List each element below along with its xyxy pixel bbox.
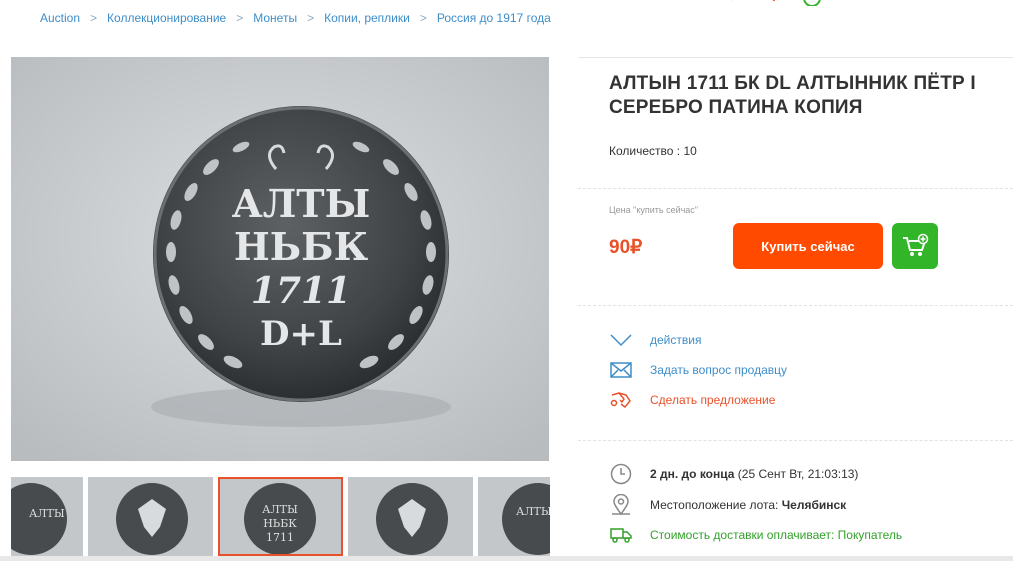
price-label: Цена "купить сейчас" bbox=[609, 205, 699, 215]
thumb-coin-text: 1711 bbox=[266, 531, 294, 544]
breadcrumb-coins[interactable]: Монеты bbox=[253, 11, 297, 25]
thumb-coin-text: АЛТЫ bbox=[29, 507, 65, 520]
time-left-row: 2 дн. до конца (25 Сент Вт, 21:03:13) bbox=[610, 463, 858, 485]
thumb-coin-text: АЛТЫ bbox=[262, 503, 298, 516]
coin-text-line3: 1711 bbox=[251, 270, 351, 312]
ask-seller-label: Задать вопрос продавцу bbox=[650, 363, 788, 377]
delivery-row: Стоимость доставки оплачивает: Покупател… bbox=[610, 524, 902, 546]
coin-image: АЛТЫ НЬБК 1711 D+L bbox=[11, 57, 549, 461]
time-left: 2 дн. до конца bbox=[650, 467, 735, 481]
lot-title: АЛТЫН 1711 БК DL АЛТЫННИК ПЁТР I СЕРЕБРО… bbox=[609, 73, 976, 118]
divider bbox=[578, 440, 1013, 441]
bottom-border bbox=[0, 556, 1013, 561]
envelope-icon bbox=[610, 361, 632, 379]
thumbnail-3-active[interactable]: АЛТЫ НЬБК 1711 bbox=[218, 477, 343, 556]
thumbnail-1[interactable]: АЛТЫ bbox=[11, 477, 83, 556]
breadcrumb-separator: > bbox=[236, 11, 244, 25]
breadcrumb-copies[interactable]: Копии, реплики bbox=[324, 11, 410, 25]
location-row: Местоположение лота: Челябинск bbox=[610, 494, 846, 516]
coin-text-line1: АЛТЫ bbox=[232, 181, 371, 226]
actions-dropdown[interactable]: действия bbox=[610, 331, 701, 349]
buy-now-label: Купить сейчас bbox=[761, 238, 855, 254]
cart-add-icon bbox=[903, 233, 929, 256]
breadcrumb-separator: > bbox=[419, 11, 427, 25]
thumbnail-4[interactable] bbox=[348, 477, 473, 556]
make-offer-label: Сделать предложение bbox=[650, 393, 776, 407]
thumbnail-2[interactable] bbox=[88, 477, 213, 556]
quantity-label: Количество : 10 bbox=[609, 144, 697, 158]
location-value: Челябинск bbox=[781, 498, 847, 512]
chevron-down-icon bbox=[610, 331, 632, 349]
breadcrumb-separator: > bbox=[90, 11, 98, 25]
breadcrumb-russia-1917[interactable]: Россия до 1917 года bbox=[437, 11, 551, 25]
thumbnail-strip: АЛТЫ АЛТЫ НЬБК 1711 АЛТЫ bbox=[11, 477, 550, 556]
divider bbox=[578, 188, 1013, 189]
breadcrumb-separator: > bbox=[307, 11, 315, 25]
header-icons bbox=[731, 0, 821, 6]
delivery-text: Стоимость доставки оплачивает: Покупател… bbox=[650, 528, 903, 542]
thumbnail-5[interactable]: АЛТЫ bbox=[478, 477, 550, 556]
make-offer-link[interactable]: Сделать предложение bbox=[610, 391, 775, 409]
price-value: 90₽ bbox=[609, 237, 643, 258]
actions-label: действия bbox=[650, 333, 702, 347]
coin-text-line2: НЬБК bbox=[234, 224, 369, 269]
main-lot-photo[interactable]: АЛТЫ НЬБК 1711 D+L bbox=[11, 57, 549, 461]
buy-now-button[interactable]: Купить сейчас bbox=[733, 223, 883, 269]
ask-seller-link[interactable]: Задать вопрос продавцу bbox=[610, 361, 787, 379]
add-to-cart-button[interactable] bbox=[892, 223, 938, 269]
thumb-coin-text: НЬБК bbox=[263, 517, 297, 530]
divider bbox=[578, 305, 1013, 306]
breadcrumb: Auction > Коллекционирование > Монеты > Копии,… bbox=[40, 11, 551, 25]
clock-icon bbox=[610, 463, 632, 485]
delivery-truck-icon bbox=[610, 524, 632, 546]
coin-text-line4: D+L bbox=[260, 314, 342, 354]
breadcrumb-collecting[interactable]: Коллекционирование bbox=[107, 11, 226, 25]
thumb-coin-text: АЛТЫ bbox=[516, 505, 550, 518]
end-date: (25 Сент Вт, 21:03:13) bbox=[737, 467, 859, 481]
divider bbox=[578, 57, 1013, 58]
offer-hand-icon bbox=[610, 391, 632, 409]
location-label: Местоположение лота: bbox=[650, 498, 779, 512]
location-pin-icon bbox=[610, 494, 632, 516]
breadcrumb-auction[interactable]: Auction bbox=[40, 11, 80, 25]
